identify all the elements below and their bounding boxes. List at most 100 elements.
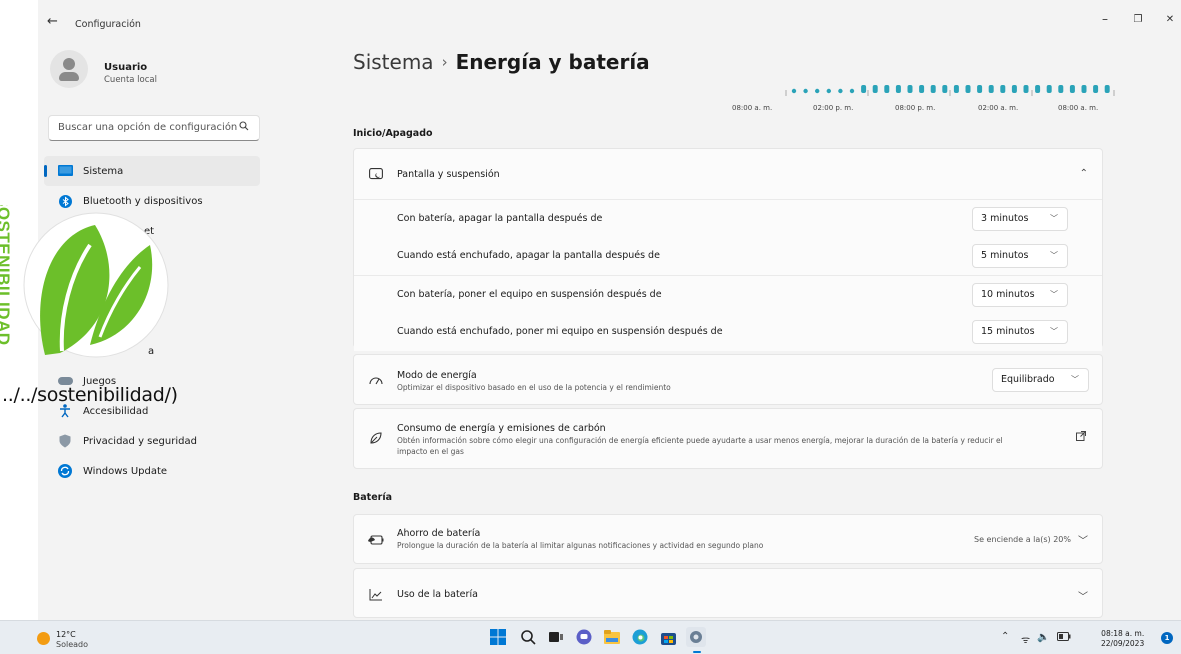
battery-graph-bar xyxy=(1104,85,1110,93)
plugged-screen-off-dropdown[interactable]: 5 minutos ﹀ xyxy=(972,244,1068,268)
battery-graph-bar xyxy=(1058,85,1064,93)
chart-line-icon xyxy=(368,588,384,602)
battery-graph-bar xyxy=(907,85,913,93)
shield-icon xyxy=(57,433,73,449)
battery-graph-bar xyxy=(872,85,878,93)
clock[interactable]: 08:18 a. m. 22/09/2023 xyxy=(1101,629,1144,649)
battery-graph-bar xyxy=(1069,85,1075,93)
chevron-down-icon[interactable]: ﹀ xyxy=(1078,532,1088,547)
dropdown-value: 10 minutos xyxy=(981,289,1035,300)
battery-icon[interactable] xyxy=(1057,632,1071,644)
back-button[interactable]: ← xyxy=(47,14,58,29)
sidebar-item-label: Accesibilidad xyxy=(83,405,149,417)
search-icon[interactable] xyxy=(518,627,538,647)
carbon-subtitle-line1: Obtén información sobre cómo elegir una … xyxy=(397,436,1003,445)
taskbar: 12°C Soleado ⌃ ᯤ 🔈 08:18 a. m. 22/09/202… xyxy=(0,620,1181,654)
battery-graph-bar xyxy=(1081,85,1087,93)
leaf-icon xyxy=(368,431,384,445)
wifi-icon[interactable]: ᯤ xyxy=(1021,632,1030,646)
battery-level-graph[interactable]: 08:00 a. m. 02:00 p. m. 08:00 p. m. 02:0… xyxy=(728,80,1118,120)
battery-saver-status: Se enciende a la(s) 20% xyxy=(974,535,1071,544)
battery-saver-card[interactable]: Ahorro de batería Prolongue la duración … xyxy=(353,514,1103,564)
sostenibilidad-link-text[interactable]: ../../sostenibilidad/) xyxy=(2,384,178,406)
settings-window: ← Configuración – ❐ ✕ Usuario Cuenta loc… xyxy=(38,0,1181,620)
start-icon[interactable] xyxy=(488,627,508,647)
plugged-sleep-dropdown[interactable]: 15 minutos ﹀ xyxy=(972,320,1068,344)
sidebar-item-windows-update[interactable]: Windows Update xyxy=(44,456,260,486)
battery-graph-dot xyxy=(815,88,820,94)
system-tray: ⌃ ᯤ 🔈 08:18 a. m. 22/09/2023 1 xyxy=(1001,621,1181,654)
dropdown-value: 15 minutos xyxy=(981,326,1035,337)
battery-graph-bar xyxy=(930,85,936,93)
title-bar: ← Configuración – ❐ ✕ xyxy=(38,0,1181,40)
avatar xyxy=(50,50,88,88)
edge-icon[interactable] xyxy=(630,627,650,647)
dropdown-value: 5 minutos xyxy=(981,250,1029,261)
temperature: 12°C xyxy=(56,630,76,639)
setting-row: Cuando está enchufado, apagar la pantall… xyxy=(354,237,1102,275)
battery-graph-bars xyxy=(785,85,1115,96)
volume-icon[interactable]: 🔈 xyxy=(1037,632,1049,643)
logo-text: SOSTENIBILIDAD xyxy=(0,205,13,346)
search-input[interactable]: Buscar una opción de configuración xyxy=(48,115,260,141)
user-profile[interactable]: Usuario Cuenta local xyxy=(50,50,157,88)
breadcrumb: Sistema › Energía y batería xyxy=(353,50,650,74)
battery-usage-card[interactable]: Uso de la batería ﹀ xyxy=(353,568,1103,618)
task-view-icon[interactable] xyxy=(546,627,566,647)
breadcrumb-separator: › xyxy=(441,53,448,71)
setting-label: Cuando está enchufado, poner mi equipo e… xyxy=(397,326,723,337)
chevron-down-icon[interactable]: ﹀ xyxy=(1078,588,1088,603)
setting-label: Con batería, apagar la pantalla después … xyxy=(397,213,603,224)
sun-icon xyxy=(37,632,50,645)
battery-saver-icon xyxy=(368,533,384,547)
battery-graph-dot xyxy=(803,88,808,94)
store-icon[interactable] xyxy=(658,627,678,647)
carbon-subtitle-line2: impacto en el gas xyxy=(397,447,464,456)
date: 22/09/2023 xyxy=(1101,639,1145,648)
chat-icon[interactable] xyxy=(574,627,594,647)
search-placeholder: Buscar una opción de configuración xyxy=(58,122,238,133)
page-title: Energía y batería xyxy=(455,50,650,74)
graph-time-label: 02:00 p. m. xyxy=(813,104,854,112)
leaf-logo-icon: SOSTENIBILIDAD xyxy=(0,195,169,358)
battery-graph-bar xyxy=(895,85,901,93)
search-icon[interactable] xyxy=(239,121,249,134)
graph-time-label: 08:00 a. m. xyxy=(1058,104,1099,112)
battery-graph-dot xyxy=(826,88,831,94)
screen-sleep-header[interactable]: Pantalla y suspensión ⌃ xyxy=(354,149,1102,199)
user-name: Usuario xyxy=(104,62,148,73)
breadcrumb-parent[interactable]: Sistema xyxy=(353,50,434,74)
battery-graph-bar xyxy=(1023,85,1029,93)
chevron-down-icon: ﹀ xyxy=(1050,214,1058,223)
notification-badge[interactable]: 1 xyxy=(1161,632,1173,644)
battery-sleep-dropdown[interactable]: 10 minutos ﹀ xyxy=(972,283,1068,307)
chevron-up-icon[interactable]: ⌃ xyxy=(1001,631,1009,642)
battery-screen-off-dropdown[interactable]: 3 minutos ﹀ xyxy=(972,207,1068,231)
section-title-power: Inicio/Apagado xyxy=(353,128,433,139)
battery-graph-bar xyxy=(1035,85,1041,93)
battery-graph-bar xyxy=(965,85,971,93)
sostenibilidad-logo[interactable]: SOSTENIBILIDAD xyxy=(0,195,170,370)
chevron-down-icon: ﹀ xyxy=(1050,251,1058,260)
battery-graph-bar xyxy=(1011,85,1017,93)
external-link-icon[interactable] xyxy=(1076,431,1086,444)
minimize-button[interactable]: – xyxy=(1095,12,1115,26)
carbon-card[interactable]: Consumo de energía y emisiones de carbón… xyxy=(353,408,1103,469)
settings-gear-icon[interactable] xyxy=(686,627,706,647)
battery-graph-dot xyxy=(791,88,797,94)
sidebar-item-privacidad[interactable]: Privacidad y seguridad xyxy=(44,426,260,456)
restore-button[interactable]: ❐ xyxy=(1128,14,1148,25)
weather-condition: Soleado xyxy=(56,640,88,649)
screen-sleep-icon xyxy=(368,167,384,181)
battery-graph-bar xyxy=(861,85,867,93)
sidebar-item-sistema[interactable]: Sistema xyxy=(44,156,260,186)
chevron-up-icon[interactable]: ⌃ xyxy=(1080,168,1088,179)
file-explorer-icon[interactable] xyxy=(602,627,622,647)
close-button[interactable]: ✕ xyxy=(1160,14,1180,25)
battery-usage-title: Uso de la batería xyxy=(397,589,478,600)
battery-saver-title: Ahorro de batería xyxy=(397,528,481,539)
setting-label: Cuando está enchufado, apagar la pantall… xyxy=(397,250,660,261)
chevron-down-icon: ﹀ xyxy=(1050,327,1058,336)
sidebar-item-label: Sistema xyxy=(83,165,124,177)
power-mode-dropdown[interactable]: Equilibrado ﹀ xyxy=(992,368,1089,392)
